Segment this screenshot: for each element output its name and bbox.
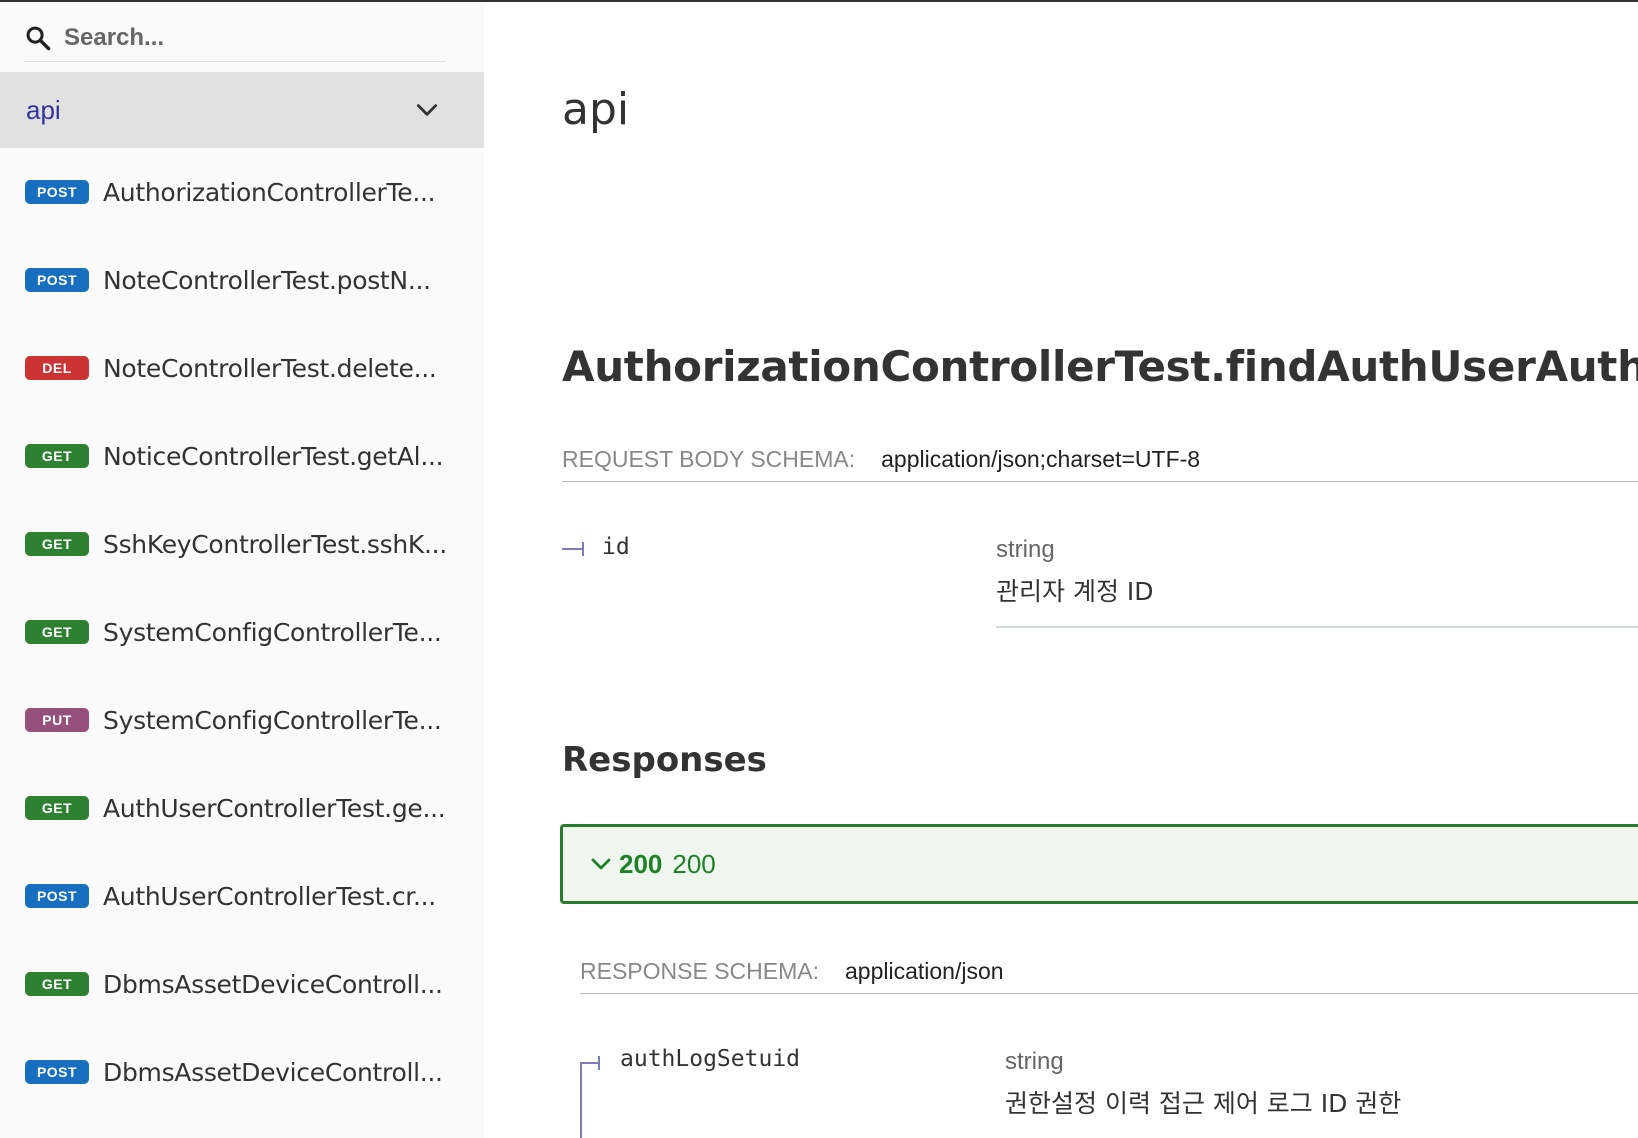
endpoint-label: SshKeyControllerTest.sshK... <box>103 529 447 559</box>
request-schema-value: application/json;charset=UTF-8 <box>881 446 1201 472</box>
endpoint-item[interactable]: POST DbmsAssetDeviceControll... <box>0 1028 484 1116</box>
response-field-type: string <box>1005 1048 1064 1075</box>
method-badge: POST <box>25 1060 89 1084</box>
response-code: 200 <box>619 848 663 879</box>
response-field-name: authLogSetuid <box>620 1046 801 1072</box>
endpoint-item[interactable]: POST NoteControllerTest.postN... <box>0 236 484 324</box>
search-input[interactable] <box>64 23 446 52</box>
sidebar: api POST AuthorizationControllerTe... PO… <box>0 2 484 1138</box>
endpoint-item[interactable]: POST AuthUserControllerTest.cr... <box>0 852 484 940</box>
responses-title: Responses <box>562 740 767 780</box>
chevron-down-icon <box>416 104 438 116</box>
param-divider <box>996 626 1638 628</box>
endpoint-label: NoteControllerTest.postN... <box>103 265 431 295</box>
request-schema-label: REQUEST BODY SCHEMA: <box>562 446 856 472</box>
method-badge: GET <box>25 620 89 644</box>
param-name: id <box>602 534 630 560</box>
tree-connector-cap <box>598 1056 600 1070</box>
tag-title: api <box>562 84 630 135</box>
group-title: api <box>26 94 61 125</box>
response-field-row: authLogSetuid string 권한설정 이력 접근 제어 로그 ID… <box>580 1042 1638 1138</box>
tree-connector-vertical <box>580 1062 582 1138</box>
endpoint-list: POST AuthorizationControllerTe... POST N… <box>0 148 484 1116</box>
search-icon <box>26 26 51 50</box>
endpoint-label: AuthorizationControllerTe... <box>103 177 436 207</box>
endpoint-item[interactable]: GET SystemConfigControllerTe... <box>0 588 484 676</box>
endpoint-item[interactable]: DEL NoteControllerTest.delete... <box>0 324 484 412</box>
tree-connector-cap <box>582 542 584 556</box>
method-badge: GET <box>25 796 89 820</box>
method-badge: PUT <box>25 708 89 732</box>
method-badge: GET <box>25 444 89 468</box>
param-type: string <box>996 536 1055 563</box>
endpoint-label: DbmsAssetDeviceControll... <box>103 969 443 999</box>
endpoint-item[interactable]: PUT SystemConfigControllerTe... <box>0 676 484 764</box>
param-description: 관리자 계정 ID <box>996 577 1154 606</box>
method-badge: POST <box>25 884 89 908</box>
method-badge: DEL <box>25 356 89 380</box>
method-badge: POST <box>25 180 89 204</box>
response-200-toggle[interactable]: 200 200 <box>560 824 1638 904</box>
search-bar <box>24 14 446 62</box>
request-param-row: id string 관리자 계정 ID <box>562 532 1638 632</box>
chevron-down-icon <box>591 858 611 870</box>
endpoint-label: DbmsAssetDeviceControll... <box>103 1057 443 1087</box>
endpoint-label: NoteControllerTest.delete... <box>103 353 437 383</box>
tree-connector <box>580 1062 598 1064</box>
response-schema-value: application/json <box>845 958 1004 984</box>
operation-title: AuthorizationControllerTest.findAuthUser… <box>562 342 1638 391</box>
main-content: api AuthorizationControllerTest.findAuth… <box>484 2 1638 1138</box>
method-badge: POST <box>25 268 89 292</box>
endpoint-label: NoticeControllerTest.getAl... <box>103 441 444 471</box>
response-description: 200 <box>672 848 716 879</box>
endpoint-item[interactable]: GET SshKeyControllerTest.sshK... <box>0 500 484 588</box>
endpoint-label: SystemConfigControllerTe... <box>103 617 442 647</box>
endpoint-label: SystemConfigControllerTe... <box>103 705 442 735</box>
endpoint-item[interactable]: GET DbmsAssetDeviceControll... <box>0 940 484 1028</box>
endpoint-item[interactable]: GET AuthUserControllerTest.ge... <box>0 764 484 852</box>
response-schema: RESPONSE SCHEMA: application/json <box>580 958 1638 994</box>
method-badge: GET <box>25 972 89 996</box>
group-header-api[interactable]: api <box>0 72 484 148</box>
response-schema-label: RESPONSE SCHEMA: <box>580 958 819 984</box>
endpoint-item[interactable]: POST AuthorizationControllerTe... <box>0 148 484 236</box>
endpoint-label: AuthUserControllerTest.ge... <box>103 793 446 823</box>
request-body-schema: REQUEST BODY SCHEMA: application/json;ch… <box>562 446 1638 482</box>
tree-connector <box>562 548 582 550</box>
method-badge: GET <box>25 532 89 556</box>
endpoint-item[interactable]: GET NoticeControllerTest.getAl... <box>0 412 484 500</box>
response-field-description: 권한설정 이력 접근 제어 로그 ID 권한 <box>1005 1089 1402 1118</box>
endpoint-label: AuthUserControllerTest.cr... <box>103 881 436 911</box>
